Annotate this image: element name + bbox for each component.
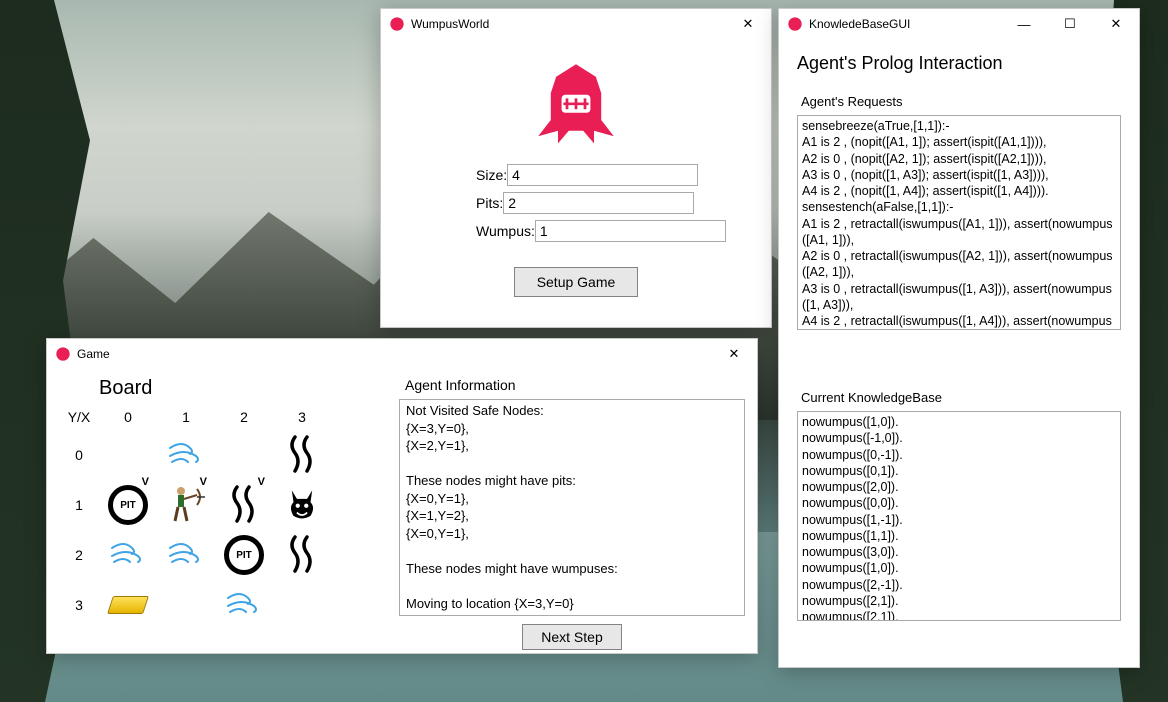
breeze-icon xyxy=(168,542,204,569)
breeze-icon xyxy=(168,442,204,469)
board-cell-2-1 xyxy=(161,532,211,578)
stench-icon xyxy=(287,535,317,576)
stench-icon xyxy=(287,435,317,476)
agent-info-heading: Agent Information xyxy=(405,377,745,393)
prolog-heading: Agent's Prolog Interaction xyxy=(797,53,1121,74)
close-icon[interactable]: ✕ xyxy=(725,9,771,39)
game-titlebar[interactable]: Game ✕ xyxy=(47,339,757,369)
size-label: Size: xyxy=(476,167,507,183)
wumpusworld-window: WumpusWorld ✕ Size: Pits: Wumpus: Setup … xyxy=(380,8,772,328)
axis-label: Y/X xyxy=(68,409,91,425)
pit-icon: PIT xyxy=(224,535,264,575)
board-grid: Y/X012301VPITVV2PIT3 xyxy=(59,404,389,630)
board-heading: Board xyxy=(99,377,389,400)
col-header: 2 xyxy=(240,409,248,425)
wumpus-input[interactable] xyxy=(535,220,726,242)
setup-game-button[interactable]: Setup Game xyxy=(514,267,639,297)
wumpusworld-titlebar[interactable]: WumpusWorld ✕ xyxy=(381,9,771,39)
row-header: 3 xyxy=(75,597,83,613)
col-header: 0 xyxy=(124,409,132,425)
breeze-icon xyxy=(226,592,262,619)
board-cell-0-3 xyxy=(277,432,327,478)
stench-icon xyxy=(229,485,259,526)
knowledgebase-title: KnowledeBaseGUI xyxy=(809,17,910,31)
game-title: Game xyxy=(77,347,110,361)
board-cell-1-2: V xyxy=(219,482,269,528)
wumpus-monster-image xyxy=(531,57,621,147)
breeze-icon xyxy=(110,542,146,569)
board-cell-3-2 xyxy=(219,582,269,628)
board-cell-3-1 xyxy=(161,582,211,628)
wumpus-app-icon xyxy=(787,16,803,32)
close-icon[interactable]: ✕ xyxy=(711,339,757,369)
row-header: 1 xyxy=(75,497,83,513)
wumpus-icon xyxy=(285,487,319,524)
board-cell-0-2 xyxy=(219,432,269,478)
wumpus-label: Wumpus: xyxy=(476,223,535,239)
agent-info-textarea[interactable]: Not Visited Safe Nodes: {X=3,Y=0}, {X=2,… xyxy=(399,399,745,616)
agents-requests-textarea[interactable]: sensebreeze(aTrue,[1,1]):- A1 is 2 , (no… xyxy=(797,115,1121,330)
col-header: 1 xyxy=(182,409,190,425)
game-window: Game ✕ Board Y/X012301VPITVV2PIT3 Agent … xyxy=(46,338,758,654)
board-cell-1-0: VPIT xyxy=(103,482,153,528)
row-header: 2 xyxy=(75,547,83,563)
knowledgebase-window: KnowledeBaseGUI — ☐ ✕ Agent's Prolog Int… xyxy=(778,8,1140,668)
pit-icon: PIT xyxy=(108,485,148,525)
knowledgebase-titlebar[interactable]: KnowledeBaseGUI — ☐ ✕ xyxy=(779,9,1139,39)
visited-mark: V xyxy=(200,476,207,488)
col-header: 3 xyxy=(298,409,306,425)
agents-requests-label: Agent's Requests xyxy=(801,94,1121,109)
pits-input[interactable] xyxy=(503,192,694,214)
board-cell-2-2: PIT xyxy=(219,532,269,578)
minimize-icon[interactable]: — xyxy=(1001,9,1047,39)
board-cell-0-1 xyxy=(161,432,211,478)
next-step-button[interactable]: Next Step xyxy=(522,624,621,650)
board-cell-0-0 xyxy=(103,432,153,478)
wumpus-app-icon xyxy=(55,346,71,362)
board-cell-3-0 xyxy=(103,582,153,628)
board-cell-1-3 xyxy=(277,482,327,528)
board-cell-2-3 xyxy=(277,532,327,578)
wumpus-app-icon xyxy=(389,16,405,32)
board-cell-1-1: V xyxy=(161,482,211,528)
pits-label: Pits: xyxy=(476,195,503,211)
agent-icon xyxy=(167,483,205,528)
gold-icon xyxy=(107,596,149,614)
wumpusworld-title: WumpusWorld xyxy=(411,17,489,31)
current-kb-label: Current KnowledgeBase xyxy=(801,390,1121,405)
board-cell-2-0 xyxy=(103,532,153,578)
current-kb-textarea[interactable]: nowumpus([1,0]). nowumpus([-1,0]). nowum… xyxy=(797,411,1121,621)
close-icon[interactable]: ✕ xyxy=(1093,9,1139,39)
board-cell-3-3 xyxy=(277,582,327,628)
visited-mark: V xyxy=(258,476,265,488)
visited-mark: V xyxy=(142,476,149,488)
size-input[interactable] xyxy=(507,164,698,186)
maximize-icon[interactable]: ☐ xyxy=(1047,9,1093,39)
row-header: 0 xyxy=(75,447,83,463)
